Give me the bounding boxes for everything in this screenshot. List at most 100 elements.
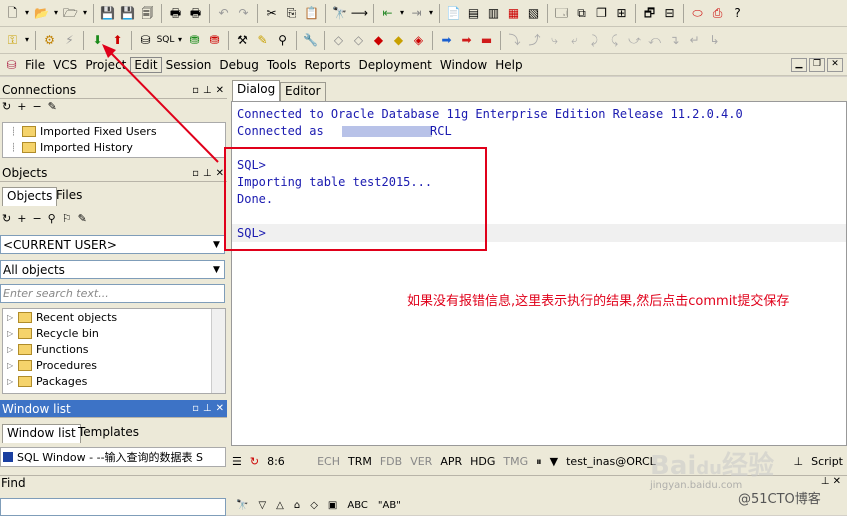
sql-window-icon[interactable]: ⛁ <box>136 31 155 50</box>
connection-status[interactable]: test_inas@ORCL <box>562 455 660 468</box>
find-icon[interactable]: 🔭 <box>236 500 248 511</box>
script-label[interactable]: Script <box>807 455 847 468</box>
pin-icon[interactable]: ⊥ <box>203 403 212 414</box>
tab-dialog[interactable]: Dialog <box>232 80 281 101</box>
search-input[interactable]: Enter search text... <box>0 284 225 303</box>
status-flag-fdb[interactable]: FDB <box>376 455 406 468</box>
tree-item[interactable]: ▷ Recycle bin <box>7 325 225 341</box>
sql-icon[interactable]: SQL <box>156 31 175 50</box>
new-file-icon[interactable]: 🗋 <box>3 4 22 23</box>
paste-icon[interactable]: 📋 <box>302 4 321 23</box>
eraser-icon[interactable]: ◇ <box>310 500 318 511</box>
tile-icon[interactable]: ⧉ <box>572 4 591 23</box>
car-icon[interactable]: ▬ <box>477 31 496 50</box>
windows-icon[interactable]: 🗗 <box>640 4 659 23</box>
save-icon[interactable]: 💾 <box>98 4 117 23</box>
commit-icon[interactable]: ⛃ <box>185 31 204 50</box>
menu-vcs[interactable]: VCS <box>49 58 81 72</box>
status-flag-apr[interactable]: APR <box>436 455 466 468</box>
close-icon[interactable]: ✕ <box>216 403 224 414</box>
explain-plan-icon[interactable]: ⚒ <box>233 31 252 50</box>
pdf-icon[interactable]: ⎙ <box>708 4 727 23</box>
find-icon[interactable]: 🔭 <box>330 4 349 23</box>
pin-icon[interactable]: ⊥ ✕ <box>821 476 841 487</box>
remove-icon[interactable]: − <box>32 100 41 113</box>
oracle-icon[interactable]: ⬭ <box>688 4 707 23</box>
debug-step-icon[interactable]: ⤻ <box>625 31 644 50</box>
tab-templates[interactable]: Templates <box>74 424 143 443</box>
pause-icon[interactable]: ⏸ <box>532 455 546 469</box>
debug-step-icon[interactable]: ↴ <box>665 31 684 50</box>
reopen-icon[interactable]: 🗁 <box>61 4 80 23</box>
indent-icon[interactable]: ⇤ <box>378 4 397 23</box>
debug-step-icon[interactable]: ⤵ <box>505 31 524 50</box>
dropdown-arrow-icon[interactable]: ▾ <box>427 4 435 23</box>
close-icon[interactable]: ✕ <box>827 57 843 72</box>
tab-objects[interactable]: Objects <box>2 187 58 206</box>
eraser-icon[interactable]: ◇ <box>329 31 348 50</box>
save-as-icon[interactable]: 💾 <box>118 4 137 23</box>
split-icon[interactable]: ⊞ <box>612 4 631 23</box>
menu-debug[interactable]: Debug <box>215 58 262 72</box>
dropdown-arrow-icon[interactable]: ▾ <box>23 31 31 50</box>
filter-select[interactable]: All objects ▼ <box>0 260 225 279</box>
wrench-icon[interactable]: 🔧 <box>301 31 320 50</box>
chevron-down-icon[interactable]: ▼ <box>546 455 562 468</box>
find-next-icon[interactable]: ⟶ <box>350 4 369 23</box>
scrollbar[interactable] <box>211 309 225 393</box>
document-icon[interactable]: 📄 <box>444 4 463 23</box>
tree-item[interactable]: ▷ Recent objects <box>7 309 225 325</box>
edit-icon[interactable]: ✎ <box>48 100 57 113</box>
refresh-icon[interactable]: ↻ <box>2 212 11 225</box>
remove-icon[interactable]: − <box>32 212 41 225</box>
toggle-icon[interactable]: ☰ <box>228 455 246 468</box>
add-icon[interactable]: + <box>17 100 26 113</box>
block-comment-icon[interactable]: ▥ <box>484 4 503 23</box>
format-icon[interactable]: ⇥ <box>407 4 426 23</box>
find-input[interactable] <box>0 498 226 516</box>
menu-icon[interactable]: ▫ <box>192 403 199 414</box>
menu-window[interactable]: Window <box>436 58 491 72</box>
copy-icon[interactable]: ⎘ <box>282 4 301 23</box>
debug-step-icon[interactable]: ⤷ <box>545 31 564 50</box>
dropdown-arrow-icon[interactable]: ▾ <box>52 4 60 23</box>
close-icon[interactable]: ✕ <box>216 85 224 96</box>
menu-file[interactable]: File <box>21 58 49 72</box>
find-up-icon[interactable]: △ <box>276 500 284 511</box>
menu-reports[interactable]: Reports <box>300 58 354 72</box>
status-flag-hdg[interactable]: HDG <box>466 455 499 468</box>
rollback-icon[interactable]: ⛃ <box>205 31 224 50</box>
red-marker-icon[interactable]: ◆ <box>369 31 388 50</box>
save-all-icon[interactable]: 🗐 <box>138 4 157 23</box>
menu-edit[interactable]: Edit <box>130 56 162 73</box>
refresh-icon[interactable]: ↻ <box>2 100 11 113</box>
describe-icon[interactable]: ⚲ <box>273 31 292 50</box>
status-flag-trm[interactable]: TRM <box>344 455 376 468</box>
menu-tools[interactable]: Tools <box>263 58 301 72</box>
export-tables-icon[interactable]: ⬆ <box>108 31 127 50</box>
highlight-icon[interactable]: ⌂ <box>294 500 300 511</box>
notes-icon[interactable]: ✎ <box>253 31 272 50</box>
app-logo-icon[interactable]: ⛁ <box>2 55 21 74</box>
add-icon[interactable]: + <box>17 212 26 225</box>
tab-editor[interactable]: Editor <box>280 82 326 101</box>
menu-session[interactable]: Session <box>162 58 216 72</box>
find-down-icon[interactable]: ▽ <box>258 500 266 511</box>
debug-step-icon[interactable]: ⤸ <box>585 31 604 50</box>
dropdown-arrow-icon[interactable]: ▾ <box>23 4 31 23</box>
arrow-right-blue-icon[interactable]: ➡ <box>437 31 456 50</box>
menu-deployment[interactable]: Deployment <box>354 58 435 72</box>
pin-icon[interactable]: ⊥ <box>203 85 212 96</box>
user-select[interactable]: <CURRENT USER> ▼ <box>0 235 225 254</box>
status-flag-tmg[interactable]: TMG <box>499 455 532 468</box>
import-tables-icon[interactable]: ⬇ <box>88 31 107 50</box>
key-icon[interactable]: ⚿ <box>3 31 22 50</box>
execute-gear-icon[interactable]: ⚙ <box>40 31 59 50</box>
block-icon[interactable]: ▤ <box>464 4 483 23</box>
debug-step-icon[interactable]: ⤺ <box>645 31 664 50</box>
arrow-right-red-icon[interactable]: ➡ <box>457 31 476 50</box>
print-icon[interactable]: 🖶 <box>166 4 185 23</box>
edit-icon[interactable]: ✎ <box>78 212 87 225</box>
debug-step-icon[interactable]: ⤹ <box>605 31 624 50</box>
block-uncomment-icon[interactable]: ▦ <box>504 4 523 23</box>
